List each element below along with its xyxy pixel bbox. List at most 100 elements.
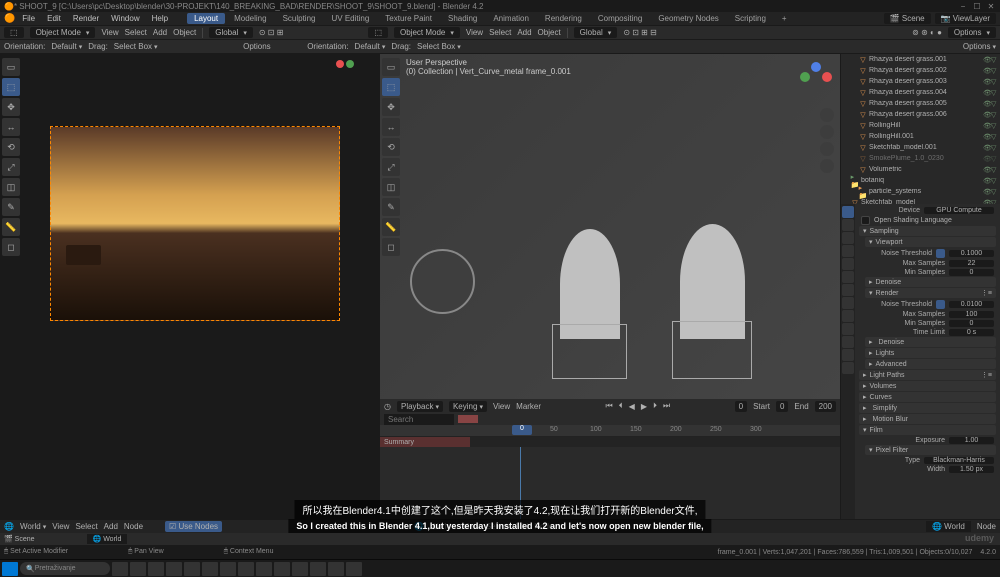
vp-menu-select[interactable]: Select <box>125 28 147 37</box>
shading-icons[interactable]: ⊚ ⊛ ◐ ● <box>912 28 942 37</box>
osl-check[interactable] <box>861 216 870 225</box>
ne2-world-field[interactable]: 🌐 World <box>926 521 971 532</box>
tb-app-5[interactable] <box>184 562 200 576</box>
ne2-node2[interactable]: Node <box>977 522 996 531</box>
section-volumes[interactable]: ▸ Volumes <box>859 381 996 391</box>
tl-keying[interactable]: Keying <box>449 401 487 412</box>
editor-type-icon-2[interactable]: ⬚ <box>368 27 388 38</box>
tb-app-9[interactable] <box>256 562 272 576</box>
tab-add[interactable]: + <box>775 13 794 24</box>
tb-app-3[interactable] <box>148 562 164 576</box>
visibility-toggles[interactable]: 👁▽ <box>983 67 998 74</box>
section-denoise[interactable]: ▸ Denoise <box>865 277 996 287</box>
section-advanced[interactable]: ▸ Advanced <box>865 359 996 369</box>
outliner-row[interactable]: ▽Rhazya desert grass.003👁▽ <box>841 76 1000 87</box>
section-film[interactable]: ▾ Film <box>859 425 996 435</box>
visibility-toggles[interactable]: 👁▽ <box>983 177 998 184</box>
section-sampling[interactable]: ▾ Sampling <box>859 226 996 236</box>
outliner-row[interactable]: ▽Sketchfab_model.001👁▽ <box>841 142 1000 153</box>
tl-end[interactable]: 200 <box>815 401 836 412</box>
ne-select[interactable]: Select <box>75 522 97 531</box>
snap-icons-2[interactable]: ⊙ ⊡ ⊞ ⊟ <box>623 28 656 37</box>
vtool-tweak[interactable]: ▭ <box>382 58 400 76</box>
proptab-world[interactable] <box>842 258 854 270</box>
world-field[interactable]: 🌐 World <box>87 534 128 544</box>
menu-render[interactable]: Render <box>68 13 104 24</box>
tb-app-6[interactable] <box>202 562 218 576</box>
menu-help[interactable]: Help <box>147 13 173 24</box>
timeline-ruler[interactable]: 0 50 100 150 200 250 300 <box>380 425 840 437</box>
section-lightpaths[interactable]: ▸ Light Paths ⋮≡ <box>859 370 996 380</box>
tl-play-rev[interactable]: ◀ <box>629 402 635 411</box>
tl-next-key[interactable]: ⏵ <box>653 401 657 411</box>
tool-addcube[interactable]: ◻ <box>2 238 20 256</box>
orientation-value[interactable]: Default <box>51 42 82 51</box>
device-value[interactable]: GPU Compute <box>924 207 994 214</box>
tb-app-11[interactable] <box>292 562 308 576</box>
options-3[interactable]: Options <box>963 42 996 51</box>
scene-field[interactable]: 🎬 Scene <box>4 535 35 543</box>
tb-app-12[interactable] <box>310 562 326 576</box>
vtool-rotate[interactable]: ⟲ <box>382 138 400 156</box>
tb-app-2[interactable] <box>130 562 146 576</box>
proptab-material[interactable] <box>842 349 854 361</box>
tb-app-1[interactable] <box>112 562 128 576</box>
visibility-toggles[interactable]: 👁▽ <box>983 111 998 118</box>
tool-tweak[interactable]: ▭ <box>2 58 20 76</box>
tab-shading[interactable]: Shading <box>441 13 484 24</box>
tl-playback[interactable]: Playback <box>397 401 443 412</box>
vp2-menu-object[interactable]: Object <box>538 28 561 37</box>
tl-summary[interactable]: Summary <box>380 437 470 447</box>
tl-search-input[interactable] <box>384 414 454 425</box>
vp-menu-view[interactable]: View <box>101 28 118 37</box>
tab-layout[interactable]: Layout <box>187 13 225 24</box>
section-curves[interactable]: ▸ Curves <box>859 392 996 402</box>
taskbar-search[interactable]: 🔍 Pretraživanje <box>20 562 110 575</box>
visibility-toggles[interactable]: 👁▽ <box>983 144 998 151</box>
visibility-toggles[interactable]: 👁▽ <box>983 155 998 162</box>
tb-app-10[interactable] <box>274 562 290 576</box>
axis-y-icon[interactable] <box>346 60 354 68</box>
editor-type-icon[interactable]: ⬚ <box>4 27 24 38</box>
axis-y-dot[interactable] <box>800 72 810 82</box>
vp-maxsamples[interactable]: 22 <box>949 260 994 267</box>
tl-marker[interactable]: Marker <box>516 402 541 411</box>
proptab-viewlayer[interactable] <box>842 232 854 244</box>
proptab-particle[interactable] <box>842 297 854 309</box>
outliner-row[interactable]: ▽Sketchfab_model👁▽ <box>841 197 1000 204</box>
vp-noise-check[interactable] <box>936 249 945 258</box>
ne-world[interactable]: World <box>20 522 46 531</box>
section-denoise2[interactable]: ▸ Denoise <box>865 337 996 347</box>
viewlayer-selector[interactable]: 📷 ViewLayer <box>935 13 996 24</box>
vtool-cursor[interactable]: ✥ <box>382 98 400 116</box>
axis-x-dot[interactable] <box>822 72 832 82</box>
film-exposure[interactable]: 1.00 <box>949 437 994 444</box>
axis-x-icon[interactable] <box>336 60 344 68</box>
tool-move[interactable]: ↔ <box>2 118 20 136</box>
outliner-row[interactable]: ▽SmokePlume_1.0_0230👁▽ <box>841 153 1000 164</box>
axis-z-dot[interactable] <box>811 62 821 72</box>
left-viewport[interactable]: ▭ ⬚ ✥ ↔ ⟲ ⤢ ◫ ✎ 📏 ◻ <box>0 54 380 519</box>
outliner-row[interactable]: ▽Volumetric👁▽ <box>841 164 1000 175</box>
tool-rotate[interactable]: ⟲ <box>2 138 20 156</box>
menu-edit[interactable]: Edit <box>42 13 66 24</box>
tl-filter-icon[interactable] <box>458 415 478 423</box>
vp-minsamples[interactable]: 0 <box>949 269 994 276</box>
tl-current-frame[interactable]: 0 <box>735 401 747 412</box>
proptab-constraint[interactable] <box>842 323 854 335</box>
tl-play[interactable]: ▶ <box>641 402 647 411</box>
tb-app-8[interactable] <box>238 562 254 576</box>
vtool-addcube[interactable]: ◻ <box>382 238 400 256</box>
vp-noise-val[interactable]: 0.1000 <box>949 250 994 257</box>
tab-scripting[interactable]: Scripting <box>728 13 773 24</box>
orientation-value-2[interactable]: Default <box>355 42 386 51</box>
minimize-button[interactable]: − <box>958 2 968 11</box>
tool-annotate[interactable]: ✎ <box>2 198 20 216</box>
tab-texturepaint[interactable]: Texture Paint <box>378 13 439 24</box>
outliner-row[interactable]: ▽RollingHill.001👁▽ <box>841 131 1000 142</box>
visibility-toggles[interactable]: 👁▽ <box>983 78 998 85</box>
section-motionblur[interactable]: ▸ Motion Blur <box>859 414 996 424</box>
proptab-texture[interactable] <box>842 362 854 374</box>
r-timelimit[interactable]: 0 s <box>949 329 994 336</box>
tool-scale[interactable]: ⤢ <box>2 158 20 176</box>
